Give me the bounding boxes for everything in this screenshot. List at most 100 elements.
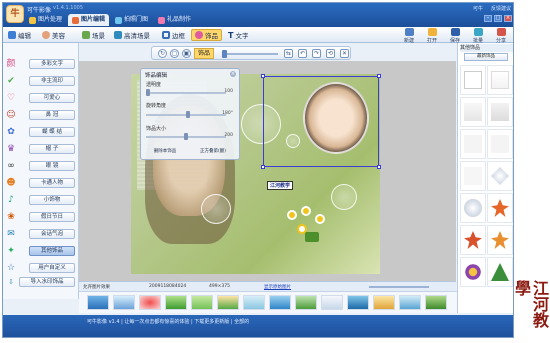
category-button[interactable]: 小饰物 — [29, 195, 75, 205]
size-slider[interactable] — [146, 133, 226, 140]
import-row[interactable]: ⇩ 导入水印饰品 — [5, 275, 77, 289]
new-button[interactable]: 新建 — [401, 28, 417, 44]
thumbnail[interactable] — [165, 295, 187, 310]
thumbnail[interactable] — [269, 295, 291, 310]
thumbnail[interactable] — [399, 295, 421, 310]
category-button[interactable]: 多彩文字 — [29, 59, 75, 69]
category-item[interactable]: ☺ 鼻 冠 — [5, 108, 77, 122]
thumbnail[interactable] — [295, 295, 317, 310]
category-button[interactable]: 鼻 冠 — [29, 110, 75, 120]
category-button[interactable]: 用户自定义 — [29, 263, 75, 273]
titlebar-link-kn[interactable]: 可牛 — [473, 5, 483, 12]
accessory-thumb[interactable] — [487, 97, 513, 127]
reset-icon[interactable]: ⟲ — [326, 49, 335, 58]
thumbnail[interactable] — [347, 295, 369, 310]
thumbnail[interactable] — [217, 295, 239, 310]
zoom-slider-knob[interactable] — [222, 50, 227, 58]
minimize-icon[interactable]: – — [484, 15, 492, 22]
tab-photo-booth[interactable]: 拍照门图 — [111, 14, 152, 26]
undo-icon[interactable]: ↶ — [298, 49, 307, 58]
watermark-text[interactable]: 江河教学 — [267, 181, 294, 190]
category-button[interactable]: 卡通人物 — [29, 178, 75, 188]
accessory-thumb[interactable] — [487, 65, 513, 95]
thumbnail[interactable] — [191, 295, 213, 310]
flower-accessory[interactable] — [283, 204, 341, 244]
import-watermark-button[interactable]: 导入水印饰品 — [19, 277, 75, 287]
delete-icon[interactable]: ✕ — [340, 49, 349, 58]
tab-photo-process[interactable]: 图片处理 — [25, 14, 66, 26]
accessory-thumb[interactable] — [460, 193, 486, 223]
layer-order-button[interactable]: 正方叠第(翻) — [189, 148, 237, 157]
tool-accessory[interactable]: 饰品 — [191, 29, 222, 41]
category-button[interactable]: 假日节日 — [29, 212, 75, 222]
filmstrip-slider[interactable] — [369, 286, 429, 288]
thumbnail[interactable] — [425, 295, 447, 310]
category-button[interactable]: 眼 镜 — [29, 161, 75, 171]
thumbnail[interactable] — [113, 295, 135, 310]
share-button[interactable]: 分享 — [493, 28, 509, 44]
resize-handle[interactable] — [377, 165, 381, 169]
open-button[interactable]: 打开 — [424, 28, 440, 44]
delete-accessory-button[interactable]: 删除本饰品 — [145, 148, 185, 157]
rotation-knob[interactable] — [186, 111, 190, 118]
category-item[interactable]: ♛ 帽 子 — [5, 142, 77, 156]
tool-hd-scene[interactable]: 高清场景 — [111, 29, 153, 41]
rotate-icon[interactable]: ↻ — [158, 49, 167, 58]
show-original-link[interactable]: 显示原始图片 — [264, 284, 291, 290]
accessory-thumb[interactable] — [460, 65, 486, 95]
size-knob[interactable] — [184, 133, 188, 140]
category-item[interactable]: ♡ 可爱心 — [5, 91, 77, 105]
tab-photo-edit[interactable]: 图片编辑 — [68, 14, 110, 26]
tool-edit[interactable]: 编辑 — [5, 29, 34, 41]
accessory-thumb[interactable] — [460, 129, 486, 159]
opacity-knob[interactable] — [146, 89, 150, 96]
category-item[interactable]: 颜 多彩文字 — [5, 57, 77, 71]
category-button[interactable]: 会话气泡 — [29, 229, 75, 239]
category-button[interactable]: 非主流印 — [29, 76, 75, 86]
resize-handle[interactable] — [261, 74, 265, 78]
accessory-thumb[interactable] — [460, 257, 486, 287]
feedback-link[interactable]: 反馈建议 — [491, 5, 511, 12]
tool-scene[interactable]: 场景 — [79, 29, 108, 41]
accessory-thumb[interactable] — [487, 193, 513, 223]
accessory-thumb[interactable] — [460, 161, 486, 191]
category-item[interactable]: ✿ 蝴 蝶 结 — [5, 125, 77, 139]
category-button[interactable]: 帽 子 — [29, 144, 75, 154]
batch-button[interactable]: 批量 — [470, 28, 486, 44]
original-size-icon[interactable]: ▣ — [182, 49, 191, 58]
category-item[interactable]: ✔ 非主流印 — [5, 74, 77, 88]
category-button[interactable]: 蝴 蝶 结 — [29, 127, 75, 137]
accessory-thumb[interactable] — [487, 129, 513, 159]
category-button[interactable]: 其他饰品 — [29, 246, 75, 256]
accessory-thumb[interactable] — [487, 225, 513, 255]
fit-screen-icon[interactable]: ▢ — [170, 49, 179, 58]
selection-box[interactable] — [261, 74, 381, 169]
accessory-thumb[interactable] — [460, 97, 486, 127]
category-item[interactable]: ☻ 卡通人物 — [5, 176, 77, 190]
dialog-close-icon[interactable]: × — [230, 71, 236, 77]
thumbnail[interactable] — [321, 295, 343, 310]
rotation-slider[interactable] — [146, 111, 226, 118]
thumbnail[interactable] — [373, 295, 395, 310]
tool-border[interactable]: 边框 — [159, 29, 188, 41]
tool-text[interactable]: T 文字 — [225, 29, 251, 41]
resize-handle[interactable] — [261, 165, 265, 169]
zoom-slider[interactable] — [222, 50, 278, 58]
redo-icon[interactable]: ↷ — [312, 49, 321, 58]
compare-icon[interactable]: ⇆ — [284, 49, 293, 58]
thumbnail[interactable] — [87, 295, 109, 310]
tool-beauty[interactable]: 美容 — [39, 29, 68, 41]
resize-handle[interactable] — [377, 74, 381, 78]
category-item[interactable]: ❀ 假日节日 — [5, 210, 77, 224]
maximize-icon[interactable]: □ — [494, 15, 502, 22]
category-item[interactable]: ☆ 用户自定义 — [5, 261, 77, 275]
category-item[interactable]: ✉ 会话气泡 — [5, 227, 77, 241]
thumbnail[interactable] — [243, 295, 265, 310]
category-item[interactable]: ∞ 眼 镜 — [5, 159, 77, 173]
tab-gift[interactable]: 礼品制作 — [154, 14, 195, 26]
latest-accessories-button[interactable]: 最新饰品 — [464, 53, 508, 61]
save-button[interactable]: 保存 — [447, 28, 463, 44]
accessory-thumb[interactable] — [487, 161, 513, 191]
category-item[interactable]: ✦ 其他饰品 — [5, 244, 77, 258]
accessory-thumb[interactable] — [460, 225, 486, 255]
